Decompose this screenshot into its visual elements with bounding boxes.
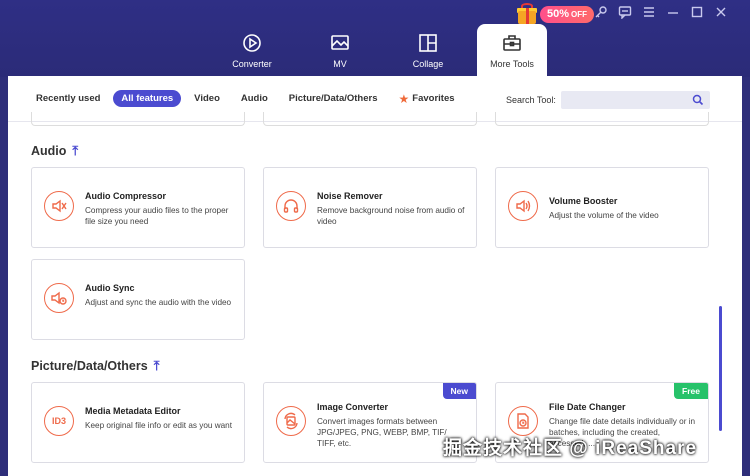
filter-recently-used[interactable]: Recently used — [28, 90, 108, 107]
mv-icon — [331, 35, 349, 50]
previous-card[interactable] — [495, 112, 709, 126]
card-noise-remover[interactable]: Noise Remover Remove background noise fr… — [263, 167, 477, 248]
toolbox-icon — [503, 35, 521, 51]
previous-card[interactable] — [31, 112, 245, 126]
section-audio-title: Audio — [31, 144, 67, 158]
new-badge: New — [442, 383, 476, 399]
filter-audio[interactable]: Audio — [233, 90, 276, 107]
card-audio-compressor[interactable]: Audio Compressor Compress your audio fil… — [31, 167, 245, 248]
card-title: Audio Sync — [85, 283, 135, 293]
discount-percent: 50% — [547, 8, 570, 20]
card-title: Volume Booster — [549, 196, 618, 206]
search-box — [561, 91, 710, 110]
id3-icon-text: ID3 — [51, 416, 66, 426]
id3-icon: ID3 — [44, 406, 74, 436]
star-icon: ★ — [398, 91, 410, 106]
free-badge: Free — [674, 383, 708, 399]
scrollbar-thumb[interactable] — [719, 306, 722, 431]
previous-card[interactable] — [263, 112, 477, 126]
filter-favorites[interactable]: ★ Favorites — [391, 90, 463, 107]
card-title: Media Metadata Editor — [85, 406, 181, 416]
tab-mv[interactable]: MV — [296, 24, 384, 76]
collapse-up-icon[interactable]: ⤒ — [154, 358, 160, 374]
image-convert-icon — [276, 406, 306, 436]
filter-video[interactable]: Video — [186, 90, 228, 107]
tab-more-tools[interactable]: More Tools — [477, 24, 547, 76]
card-volume-booster[interactable]: Volume Booster Adjust the volume of the … — [495, 167, 709, 248]
card-title: File Date Changer — [549, 402, 626, 412]
volume-icon — [508, 191, 538, 221]
headphones-icon — [276, 191, 306, 221]
menu-icon[interactable] — [641, 4, 657, 20]
filter-all-features[interactable]: All features — [113, 90, 182, 107]
maximize-icon[interactable] — [689, 4, 705, 20]
watermark-text: 掘金技术社区 @ iReaShare — [443, 438, 698, 459]
tab-collage[interactable]: Collage — [384, 24, 472, 76]
audio-sync-icon — [44, 283, 74, 313]
file-date-icon — [508, 406, 538, 436]
converter-icon — [243, 34, 261, 52]
feedback-icon[interactable] — [617, 4, 633, 20]
search-label: Search Tool: — [506, 95, 556, 105]
card-title: Image Converter — [317, 402, 389, 412]
card-description: Keep original file info or edit as you w… — [85, 421, 233, 430]
tab-collage-label: Collage — [412, 59, 444, 69]
card-description: Adjust the volume of the video — [549, 211, 659, 220]
gift-icon — [516, 3, 538, 25]
discount-off-label: OFF — [571, 9, 588, 19]
card-title: Audio Compressor — [85, 191, 167, 201]
discount-badge[interactable]: 50% OFF — [540, 5, 595, 23]
tab-converter[interactable]: Converter — [208, 24, 296, 76]
card-title: Noise Remover — [317, 191, 383, 201]
top-bar: 50% OFF Converter MV Collage More Tools — [0, 0, 750, 77]
section-picture-title: Picture/Data/Others — [31, 359, 148, 373]
audio-compressor-icon — [44, 191, 74, 221]
section-picture-data-others: Picture/Data/Others ⤒ — [31, 358, 159, 374]
section-audio: Audio ⤒ — [31, 143, 78, 159]
tab-mv-label: MV — [333, 59, 347, 69]
collage-icon — [419, 34, 437, 52]
card-description: Compress your audio files to the proper … — [85, 206, 229, 226]
card-description: Remove background noise from audio of vi… — [317, 206, 465, 226]
card-media-metadata-editor[interactable]: ID3 Media Metadata Editor Keep original … — [31, 382, 245, 463]
tab-more-tools-label: More Tools — [490, 59, 534, 69]
key-icon[interactable] — [593, 4, 609, 20]
card-audio-sync[interactable]: Audio Sync Adjust and sync the audio wit… — [31, 259, 245, 340]
filter-picture-data-others[interactable]: Picture/Data/Others — [281, 90, 386, 107]
tab-converter-label: Converter — [232, 59, 272, 69]
tools-content: Audio ⤒ Audio Compressor Compress your a… — [8, 112, 742, 476]
close-icon[interactable] — [713, 4, 729, 20]
card-description: Adjust and sync the audio with the video — [85, 298, 232, 307]
search-icon[interactable] — [692, 94, 704, 106]
search-input[interactable] — [561, 92, 686, 110]
promo-banner[interactable]: 50% OFF — [516, 3, 595, 25]
collapse-up-icon[interactable]: ⤒ — [72, 143, 78, 159]
filter-favorites-label: Favorites — [412, 93, 455, 104]
main-panel: Recently used All features Video Audio P… — [8, 76, 742, 476]
minimize-icon[interactable] — [665, 4, 681, 20]
